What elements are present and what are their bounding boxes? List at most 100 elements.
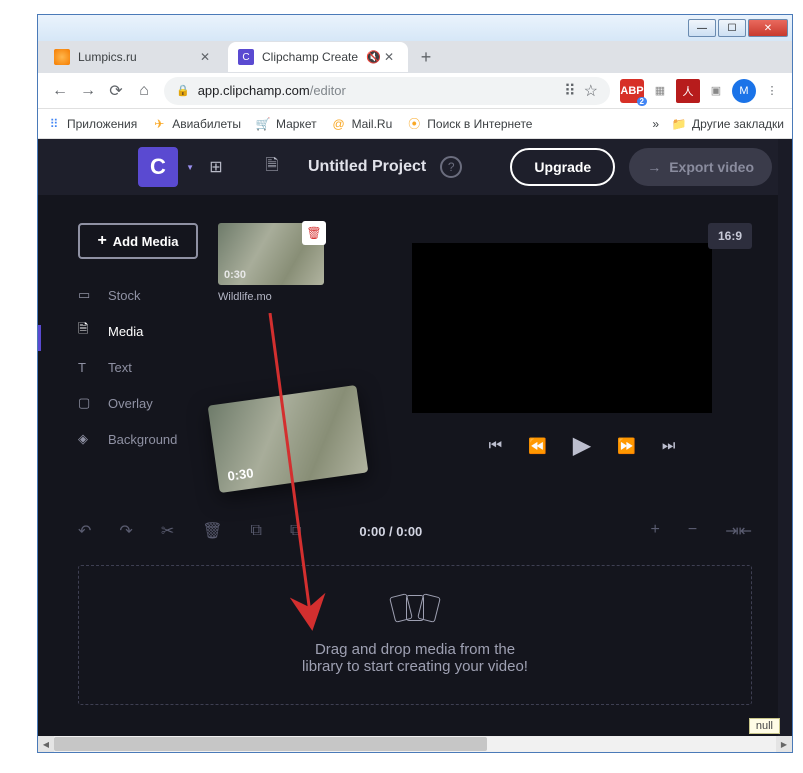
app-body: + Add Media ▭Stock 🗎Media TText ▢Overlay… [38,195,792,736]
scroll-right-arrow[interactable]: ▶ [776,736,792,752]
window-maximize-button[interactable]: ☐ [718,19,746,37]
sidebar: + Add Media ▭Stock 🗎Media TText ▢Overlay… [78,223,198,457]
zoom-in-button[interactable]: + [651,521,660,541]
browser-menu-button[interactable]: ⋮ [760,79,784,103]
bookmark-avia[interactable]: ✈Авиабилеты [151,116,241,132]
clipchamp-app: C ⊞ 🗎 Untitled Project ? Upgrade → Expor… [38,139,792,736]
tab-mute-icon[interactable]: 🔇 [366,50,380,64]
upgrade-button[interactable]: Upgrade [510,148,615,186]
folder-icon: 📁 [671,116,687,132]
bookmarks-overflow[interactable]: » [652,117,659,131]
rewind-button[interactable]: ⏪ [528,437,547,455]
background-icon: ◈ [78,431,98,447]
lock-icon: 🔒 [176,84,190,97]
pdf-extension-icon[interactable]: 人 [676,79,700,103]
extension-icon[interactable]: ▣ [704,79,728,103]
address-bar[interactable]: 🔒 app.clipchamp.com /editor ⠿ ☆ [164,77,610,105]
window-close-button[interactable]: ✕ [748,19,788,37]
skip-forward-button[interactable]: ⏭ [662,437,676,454]
sidebar-item-stock[interactable]: ▭Stock [78,277,198,313]
bookmark-mail[interactable]: @Mail.Ru [331,116,393,132]
scroll-thumb[interactable] [54,737,487,751]
duplicate-button[interactable]: ⧉ [290,522,301,540]
sidebar-item-text[interactable]: TText [78,349,198,385]
help-button[interactable]: ? [440,156,462,178]
project-title[interactable]: Untitled Project [308,158,426,176]
media-thumbnail: 🗑 0:30 [218,223,324,285]
app-header: C ⊞ 🗎 Untitled Project ? Upgrade → Expor… [38,139,792,195]
bookmark-search[interactable]: ⦿Поиск в Интернете [406,116,532,132]
address-bar-row: ← → ⟳ ⌂ 🔒 app.clipchamp.com /editor ⠿ ☆ … [38,73,792,109]
export-video-button[interactable]: → Export video [629,148,772,186]
adblock-badge: 2 [637,97,647,106]
sidebar-item-background[interactable]: ◈Background [78,421,198,457]
window-titlebar: — ☐ ✕ [38,15,792,41]
clip-duration: 0:30 [224,269,246,281]
window-minimize-button[interactable]: — [688,19,716,37]
tab-close-icon[interactable]: ✕ [200,50,214,64]
tab-lumpics[interactable]: Lumpics.ru ✕ [44,42,224,72]
redo-button[interactable]: ↷ [119,521,132,541]
reload-button[interactable]: ⟳ [102,77,130,105]
text-icon: T [78,360,98,375]
other-bookmarks[interactable]: Другие закладки [692,117,784,131]
url-host: app.clipchamp.com [198,83,310,98]
forward-button[interactable]: → [74,77,102,105]
clip-filename: Wildlife.mо [218,291,328,303]
split-button[interactable]: ✂ [161,521,174,541]
media-clip[interactable]: 🗑 0:30 Wildlife.mо [218,223,328,303]
zoom-fit-button[interactable]: ⇥⇤ [725,521,752,541]
timeline-time: 0:00 / 0:00 [359,524,422,539]
clipchamp-logo[interactable]: C [138,147,178,187]
fast-forward-button[interactable]: ⏩ [617,437,636,455]
apps-bookmark[interactable]: ⠿Приложения [46,116,137,132]
aspect-ratio-badge[interactable]: 16:9 [708,223,752,249]
playback-controls: ⏮ ⏪ ▶ ⏩ ⏭ [412,431,752,460]
skip-back-button[interactable]: ⏮ [489,437,503,454]
copy-button[interactable]: ⧉ [251,522,262,540]
star-icon[interactable]: ☆ [584,81,598,101]
tab-close-icon[interactable]: ✕ [384,50,398,64]
browser-tabs: Lumpics.ru ✕ C Clipchamp Create 🔇 ✕ + [38,41,792,73]
delete-button[interactable]: 🗑 [202,521,222,541]
back-button[interactable]: ← [46,77,74,105]
play-button[interactable]: ▶ [573,431,591,460]
tab-clipchamp[interactable]: C Clipchamp Create 🔇 ✕ [228,42,408,72]
translate-icon[interactable]: ⠿ [564,81,576,101]
profile-avatar-icon[interactable]: M [732,79,756,103]
horizontal-scrollbar[interactable]: ◀ ▶ [38,736,792,752]
clipchamp-favicon-icon: C [238,49,254,65]
preview-panel: 16:9 ⏮ ⏪ ▶ ⏩ ⏭ [412,223,752,460]
timeline-dropzone[interactable]: Drag and drop media from the library to … [78,565,752,705]
active-indicator [38,325,41,351]
browser-window: — ☐ ✕ Lumpics.ru ✕ C Clipchamp Create 🔇 … [37,14,793,753]
new-tab-button[interactable]: + [412,43,440,71]
home-button[interactable]: ⌂ [130,77,158,105]
bookmark-market[interactable]: 🛒Маркет [255,116,317,132]
overlay-icon: ▢ [78,395,98,411]
timeline-toolbar: ↶ ↷ ✂ 🗑 ⧉ ⧉ 0:00 / 0:00 + − ⇥⇤ [78,509,752,553]
apps-icon: ⠿ [46,116,62,132]
dropzone-text-line1: Drag and drop media from the [315,641,515,658]
adblock-extension-icon[interactable]: ABP 2 [620,79,644,103]
zoom-out-button[interactable]: − [688,521,697,541]
cart-icon: 🛒 [255,116,271,132]
template-icon[interactable]: ⊞ [198,149,234,185]
null-tooltip: null [749,718,780,734]
undo-button[interactable]: ↶ [78,521,91,541]
scroll-left-arrow[interactable]: ◀ [38,736,54,752]
video-preview[interactable] [412,243,712,413]
sidebar-item-media[interactable]: 🗎Media [78,313,198,349]
drag-clip-duration: 0:30 [227,465,255,483]
dragging-clip[interactable]: 0:30 [208,385,369,493]
extension-icon[interactable]: ▦ [648,79,672,103]
file-icon[interactable]: 🗎 [254,149,290,185]
dropzone-cards-icon [390,595,440,629]
delete-clip-button[interactable]: 🗑 [302,221,326,245]
tab-title: Clipchamp Create [262,50,366,64]
sidebar-item-overlay[interactable]: ▢Overlay [78,385,198,421]
stock-icon: ▭ [78,287,98,303]
plus-icon: + [97,232,106,250]
search-icon: ⦿ [406,116,422,132]
add-media-button[interactable]: + Add Media [78,223,198,259]
